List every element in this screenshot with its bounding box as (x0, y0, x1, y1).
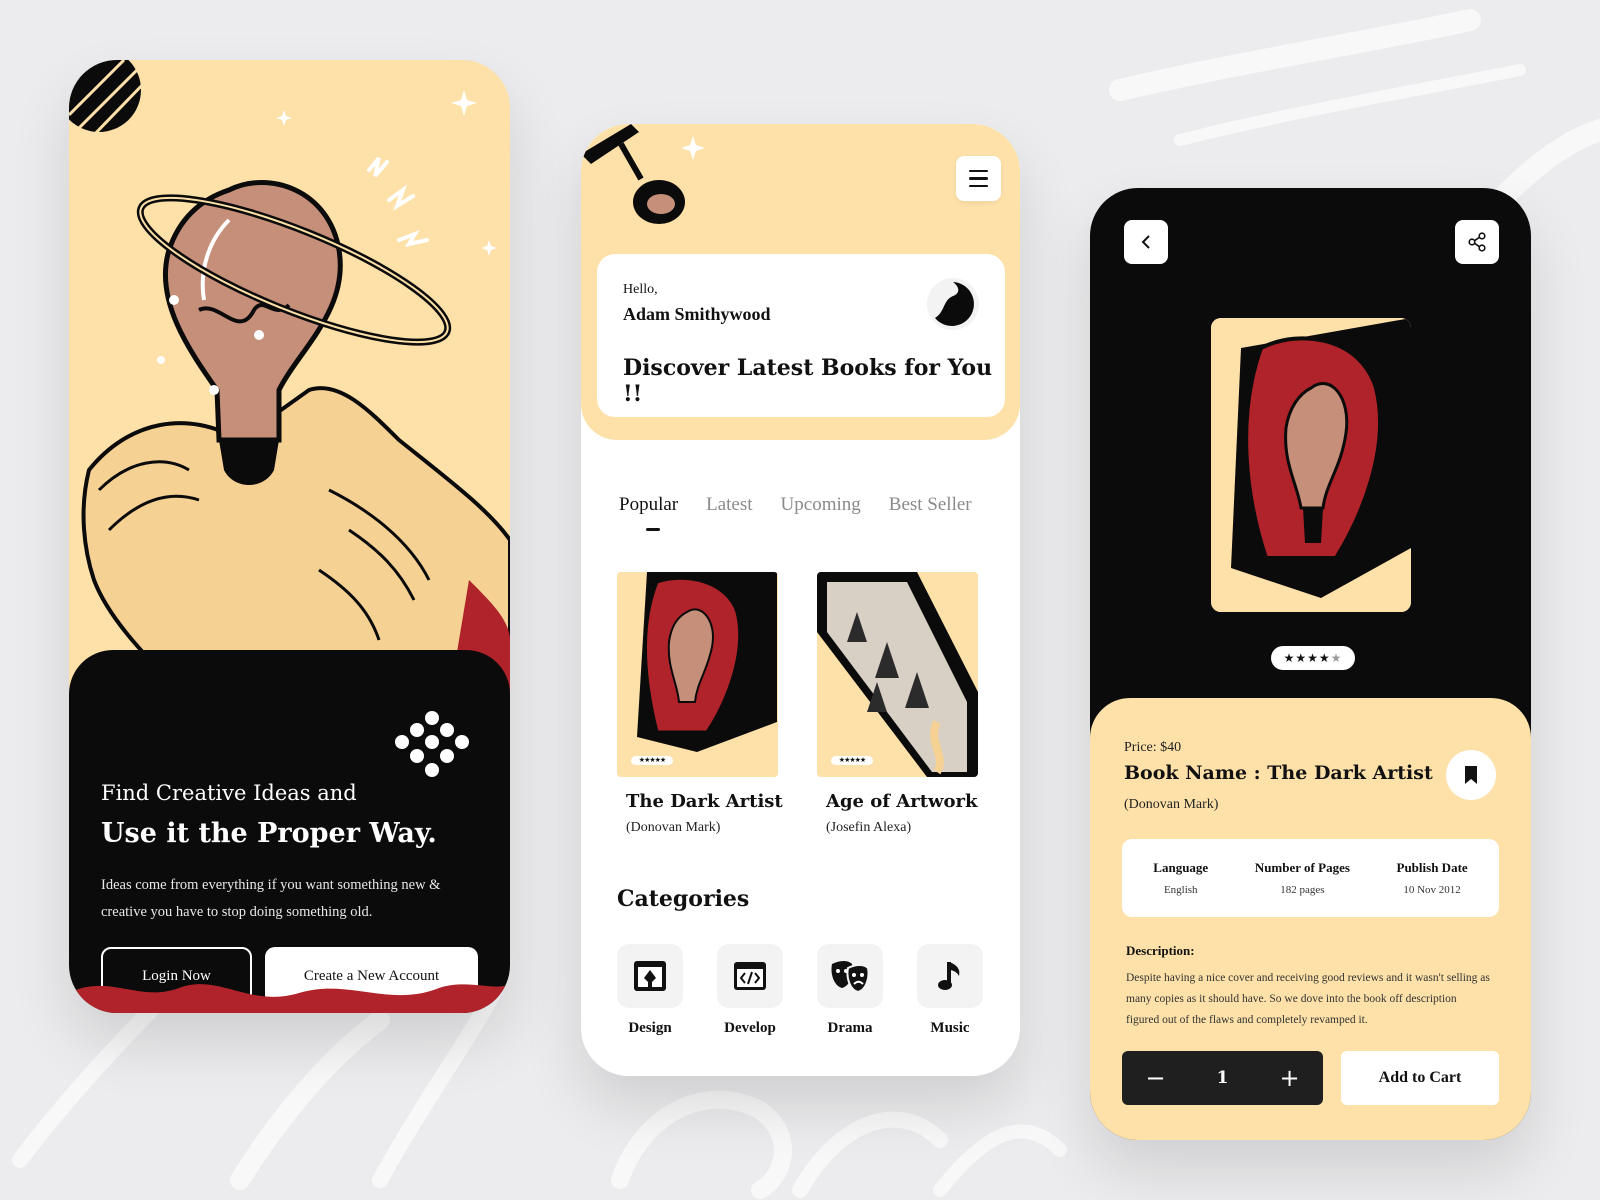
book-card-dark-artist[interactable]: ★★★★★ The Dark Artist (Donovan Mark) (617, 572, 783, 836)
book-detail-panel: Price: $40 Book Name : The Dark Artist (… (1090, 698, 1531, 1140)
meta-key: Publish Date (1396, 860, 1468, 875)
discover-tagline: Discover Latest Books for You !! (623, 355, 993, 407)
book-author: (Donovan Mark) (626, 820, 721, 835)
tab-upcoming[interactable]: Upcoming (781, 494, 861, 516)
category-label: Music (930, 1020, 970, 1036)
tab-latest[interactable]: Latest (706, 494, 752, 516)
description-title: Description: (1126, 943, 1195, 958)
category-develop[interactable]: Develop (717, 944, 783, 1037)
hamburger-menu-icon[interactable] (956, 156, 1001, 201)
categories-title: Categories (617, 886, 750, 912)
tab-popular[interactable]: Popular (619, 494, 678, 516)
book-tabs: Popular Latest Upcoming Best Seller (619, 494, 972, 516)
book-hero-cover (1211, 318, 1411, 612)
meta-value: 10 Nov 2012 (1403, 884, 1461, 896)
book-rating: ★★★★★ (1271, 646, 1355, 670)
active-tab-indicator (646, 528, 660, 531)
book-name: Book Name : The Dark Artist (1124, 762, 1433, 784)
book-title: The Dark Artist (626, 791, 783, 812)
red-wave-decoration (69, 983, 510, 1013)
music-note-icon (938, 962, 960, 990)
onboarding-panel: Find Creative Ideas and Use it the Prope… (69, 650, 510, 1013)
category-label: Drama (827, 1020, 873, 1036)
meta-value: English (1163, 884, 1198, 896)
category-label: Design (628, 1020, 672, 1036)
lightbulb-hand-illustration (69, 60, 510, 700)
bookmark-icon (1465, 766, 1477, 784)
book-card-age-of-artwork[interactable]: ★★★★★ Age of Artwork (Josefin Alexa) (817, 572, 978, 836)
share-button[interactable] (1455, 220, 1499, 264)
book-author: (Donovan Mark) (1124, 797, 1219, 812)
home-screen: Hello, Adam Smithywood Discover Latest B… (581, 124, 1020, 1076)
book-detail-screen: ★★★★★ Price: $40 Book Name : The Dark Ar… (1090, 188, 1531, 1140)
category-music[interactable]: Music (917, 944, 983, 1037)
home-header: Hello, Adam Smithywood Discover Latest B… (581, 124, 1020, 440)
avatar[interactable] (925, 276, 981, 332)
greeting-card: Hello, Adam Smithywood Discover Latest B… (597, 254, 1005, 417)
add-to-cart-button[interactable]: Add to Cart (1341, 1051, 1499, 1105)
design-icon (634, 961, 666, 991)
onboarding-headline: Use it the Proper Way. (101, 818, 437, 849)
meta-key: Number of Pages (1254, 860, 1350, 875)
code-icon (734, 962, 766, 990)
tab-best-seller[interactable]: Best Seller (889, 494, 972, 516)
greeting-text: Hello, (623, 282, 658, 297)
meta-publish-date: Publish Date 10 Nov 2012 (1397, 860, 1468, 896)
back-button[interactable] (1124, 220, 1168, 264)
book-cover: ★★★★★ (817, 572, 978, 777)
onboarding-screen: Find Creative Ideas and Use it the Prope… (69, 60, 510, 1013)
book-rating: ★★★★★ (631, 756, 673, 765)
share-icon (1468, 232, 1486, 252)
book-author: (Josefin Alexa) (826, 820, 912, 835)
book-title: Age of Artwork (826, 791, 978, 812)
quantity-stepper: − 1 + (1122, 1051, 1323, 1105)
meta-value: 182 pages (1280, 884, 1325, 896)
onboarding-body: Ideas come from everything if you want s… (101, 877, 441, 920)
book-price: Price: $40 (1124, 740, 1182, 755)
category-design[interactable]: Design (617, 944, 683, 1037)
onboarding-subheading: Find Creative Ideas and (101, 781, 357, 805)
category-drama[interactable]: Drama (817, 944, 883, 1037)
meta-language: Language English (1153, 860, 1208, 896)
pearls-decoration (393, 709, 471, 779)
meta-key: Language (1153, 860, 1209, 875)
category-label: Develop (724, 1020, 776, 1036)
book-cover: ★★★★★ (617, 572, 778, 777)
increment-button[interactable]: + (1256, 1051, 1323, 1105)
lamp-illustration (581, 124, 705, 224)
description-text: Despite having a nice cover and receivin… (1126, 972, 1490, 1026)
meta-pages: Number of Pages 182 pages (1255, 860, 1350, 896)
drama-masks-icon (831, 961, 870, 994)
bookmark-button[interactable] (1446, 750, 1496, 800)
user-name: Adam Smithywood (623, 304, 771, 324)
decrement-button[interactable]: − (1122, 1051, 1189, 1105)
book-meta-card: Language English Number of Pages 182 pag… (1122, 839, 1499, 917)
quantity-value: 1 (1216, 1068, 1229, 1088)
book-rating: ★★★★★ (831, 756, 873, 765)
chevron-left-icon (1141, 235, 1150, 249)
